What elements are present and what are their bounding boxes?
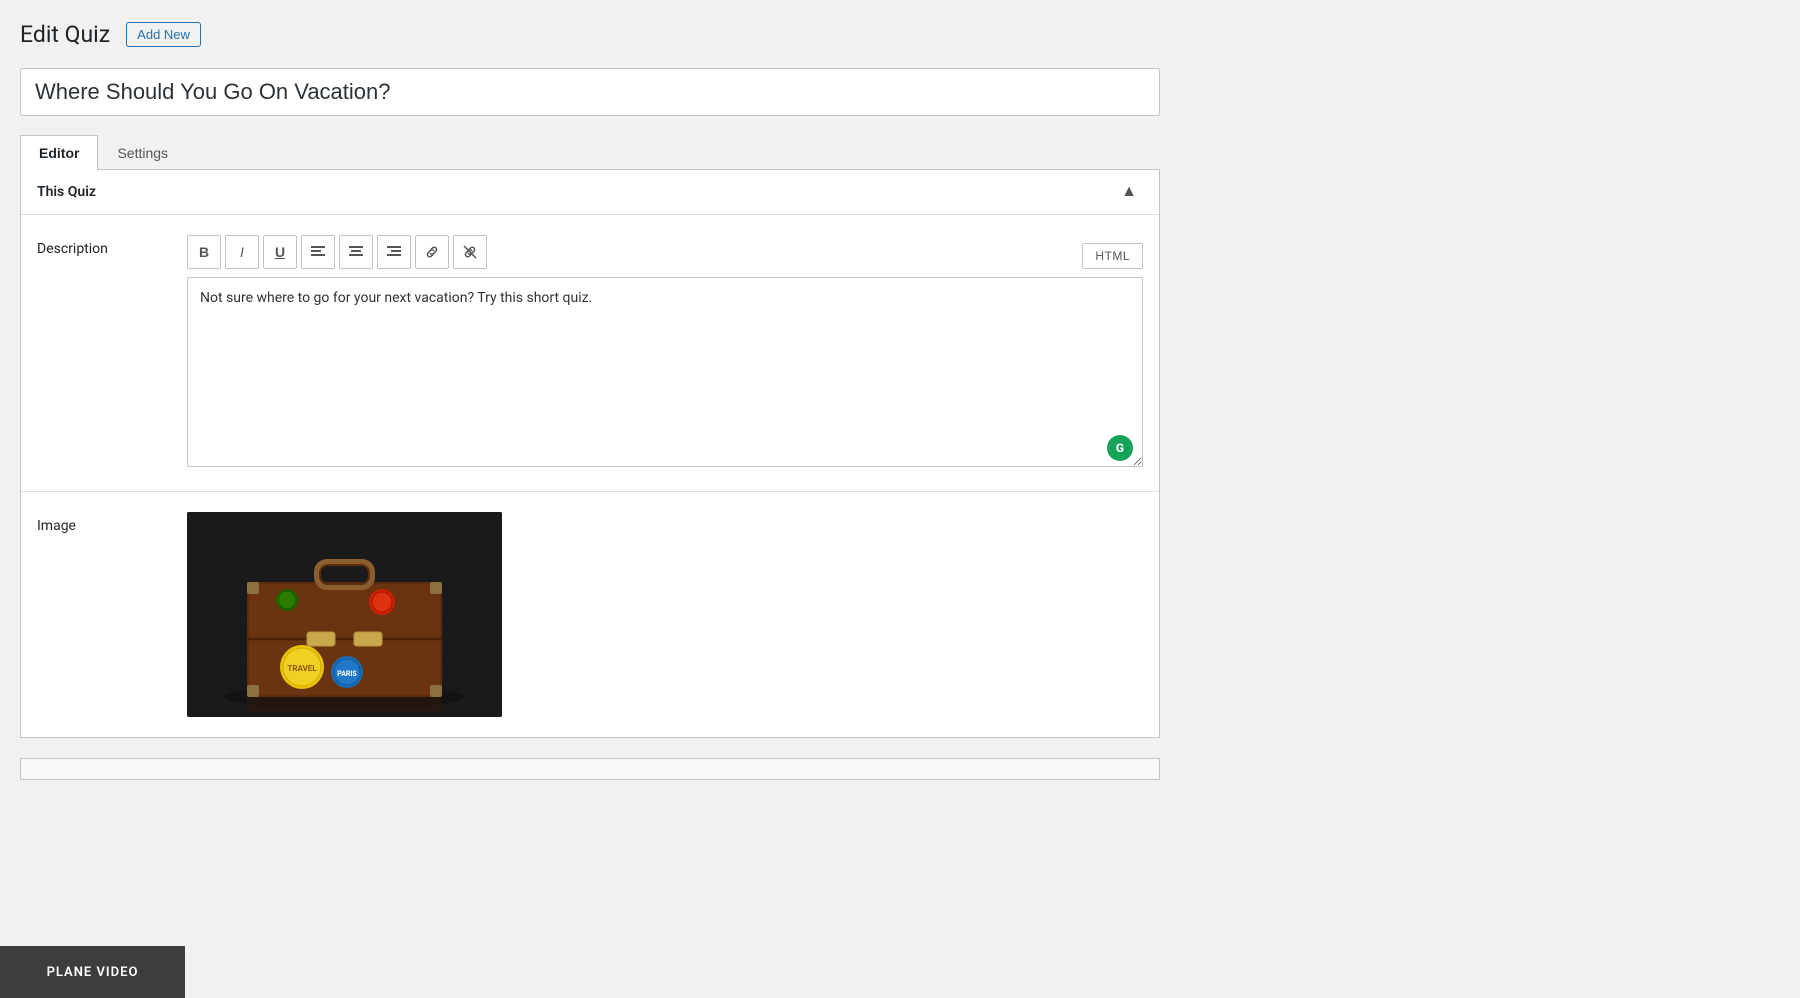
page-title: Edit Quiz [20,20,110,50]
unlink-button[interactable] [453,235,487,269]
description-field-row: Description B I U [21,215,1159,492]
bottom-video-label: PLANE VIDEO [47,965,139,980]
description-textarea[interactable]: Not sure where to go for your next vacat… [187,277,1143,467]
description-label: Description [37,235,167,471]
quiz-image[interactable]: TRAVEL PARIS [187,512,502,717]
italic-button[interactable]: I [225,235,259,269]
underline-button[interactable]: U [263,235,297,269]
bottom-panel [20,758,1160,780]
editor-area-wrapper: Not sure where to go for your next vacat… [187,277,1143,471]
tab-settings[interactable]: Settings [98,135,187,170]
image-field-row: Image [21,492,1159,737]
add-new-button[interactable]: Add New [126,22,201,47]
image-field-content: TRAVEL PARIS [187,512,1143,717]
align-center-button[interactable] [339,235,373,269]
link-button[interactable] [415,235,449,269]
tab-editor[interactable]: Editor [20,135,98,170]
description-field-content: B I U [187,235,1143,471]
image-label: Image [37,512,167,717]
section-header: This Quiz ▲ [21,170,1159,215]
suitcase-svg: TRAVEL PARIS [187,512,502,717]
quiz-title-input[interactable] [20,68,1160,116]
collapse-button[interactable]: ▲ [1115,182,1143,202]
toolbar-buttons: B I U [187,235,487,269]
main-panel: This Quiz ▲ Description B I U [20,170,1160,738]
svg-text:TRAVEL: TRAVEL [287,664,317,673]
html-button[interactable]: HTML [1082,243,1143,269]
tabs-row: Editor Settings [20,134,1160,170]
grammarly-icon: G [1107,435,1133,461]
section-title: This Quiz [37,184,96,200]
bottom-video-bar: PLANE VIDEO [0,946,185,998]
align-left-button[interactable] [301,235,335,269]
bold-button[interactable]: B [187,235,221,269]
svg-text:PARIS: PARIS [337,670,357,678]
align-right-button[interactable] [377,235,411,269]
editor-toolbar: B I U [187,235,1143,277]
page-header: Edit Quiz Add New [20,20,1180,50]
